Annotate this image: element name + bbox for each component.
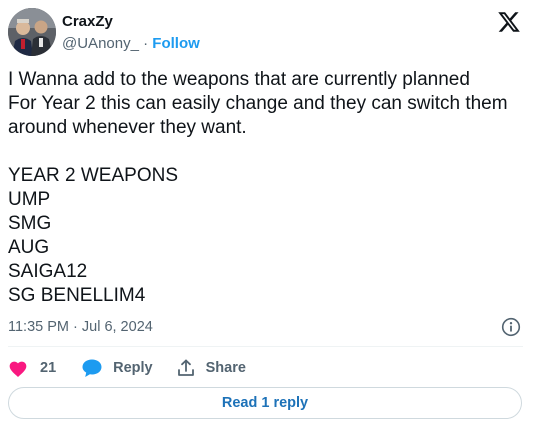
like-count: 21 <box>40 360 57 376</box>
tweet-line: around whenever they want. <box>8 117 247 138</box>
handle-separator: · <box>143 35 149 52</box>
speech-bubble-icon <box>81 358 103 378</box>
reply-button[interactable]: Reply <box>81 358 176 378</box>
tweet-line: YEAR 2 WEAPONS <box>8 165 178 186</box>
tweet-line: SAIGA12 <box>8 261 88 282</box>
author-handle[interactable]: @UAnony_ <box>62 35 139 52</box>
read-replies-label: Read 1 reply <box>221 395 309 411</box>
tweet-timestamp[interactable]: 11:35 PM · Jul 6, 2024 <box>8 318 153 336</box>
tweet-line: For Year 2 this can easily change and th… <box>8 93 508 114</box>
info-icon[interactable] <box>501 317 521 337</box>
follow-button[interactable]: Follow <box>152 35 200 52</box>
tweet-text: I Wanna add to the weapons that are curr… <box>8 68 523 308</box>
like-button[interactable]: 21 <box>8 359 81 378</box>
reply-label: Reply <box>113 360 153 376</box>
share-upload-icon <box>176 358 196 378</box>
author-handle-row: @UAnony_ · Follow <box>62 35 200 53</box>
avatar[interactable] <box>8 8 56 56</box>
x-logo-icon[interactable] <box>497 10 521 34</box>
action-bar: 21 Reply Share <box>8 357 246 379</box>
divider <box>8 346 523 347</box>
author-display-name[interactable]: CraxZy <box>62 13 113 31</box>
heart-icon <box>8 359 28 378</box>
tweet-line: UMP <box>8 189 51 210</box>
read-replies-button[interactable]: Read 1 reply <box>8 387 522 419</box>
tweet-card: CraxZy @UAnony_ · Follow I Wanna add to … <box>0 0 537 431</box>
tweet-line <box>8 140 523 164</box>
share-label: Share <box>205 360 246 376</box>
share-button[interactable]: Share <box>176 358 246 378</box>
tweet-line: I Wanna add to the weapons that are curr… <box>8 69 470 90</box>
tweet-line: SG BENELLIM4 <box>8 285 146 306</box>
tweet-line: SMG <box>8 213 52 234</box>
tweet-line: AUG <box>8 237 50 258</box>
avatar-image <box>8 8 56 56</box>
